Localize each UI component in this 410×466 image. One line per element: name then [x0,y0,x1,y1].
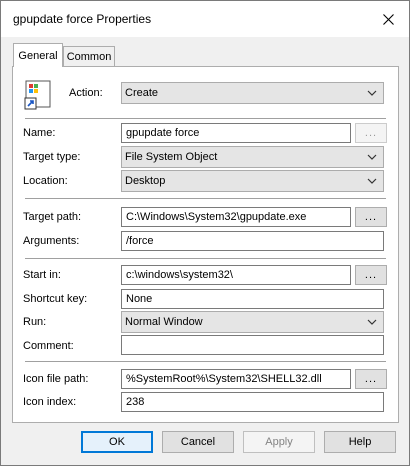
target-type-label: Target type: [23,151,81,163]
help-button[interactable]: Help [324,431,396,453]
target-path-label: Target path: [23,211,82,223]
start-in-label: Start in: [23,269,61,281]
title-bar[interactable]: gpupdate force Properties [1,1,409,37]
name-label: Name: [23,127,56,139]
apply-button: Apply [243,431,315,453]
location-label: Location: [23,175,68,187]
action-combo[interactable]: Create [121,82,384,104]
chevron-down-icon [367,178,377,184]
window-title: gpupdate force Properties [13,12,152,26]
separator [25,258,386,259]
location-value: Desktop [125,175,166,187]
icon-index-field[interactable]: 238 [121,392,384,412]
action-label: Action: [69,87,103,99]
comment-label: Comment: [23,340,74,352]
icon-file-path-label: Icon file path: [23,373,89,385]
target-type-value: File System Object [125,151,218,163]
separator [25,361,386,362]
location-combo[interactable]: Desktop [121,170,384,192]
icon-file-path-field[interactable]: %SystemRoot%\System32\SHELL32.dll [121,369,351,389]
shortcut-key-field[interactable]: None [121,289,384,309]
name-browse-button: ... [355,123,387,143]
start-in-field[interactable]: c:\windows\system32\ [121,265,351,285]
shortcut-create-icon [24,80,51,110]
chevron-down-icon [367,154,377,160]
arguments-label: Arguments: [23,235,80,247]
separator [25,118,386,119]
ok-button[interactable]: OK [81,431,153,453]
run-combo[interactable]: Normal Window [121,311,384,333]
comment-field[interactable] [121,335,384,355]
chevron-down-icon [367,319,377,325]
name-field[interactable]: gpupdate force [121,123,351,143]
tab-general[interactable]: General [13,43,63,67]
close-icon [382,13,394,25]
target-type-combo[interactable]: File System Object [121,146,384,168]
action-value: Create [125,87,159,99]
close-button[interactable] [373,5,403,33]
separator [25,198,386,199]
icon-index-label: Icon index: [23,396,77,408]
run-label: Run: [23,316,47,328]
arguments-field[interactable]: /force [121,231,384,251]
properties-dialog: gpupdate force Properties Common General… [0,0,410,466]
chevron-down-icon [367,90,377,96]
shortcut-key-label: Shortcut key: [23,293,88,305]
cancel-button[interactable]: Cancel [162,431,234,453]
tab-common[interactable]: Common [63,46,115,67]
icon-file-path-browse-button[interactable]: ... [355,369,387,389]
target-path-field[interactable]: C:\Windows\System32\gpupdate.exe [121,207,351,227]
target-path-browse-button[interactable]: ... [355,207,387,227]
start-in-browse-button[interactable]: ... [355,265,387,285]
general-tab-panel: Action: Create Name: gpupdate force ... … [12,66,399,423]
run-value: Normal Window [125,316,203,328]
